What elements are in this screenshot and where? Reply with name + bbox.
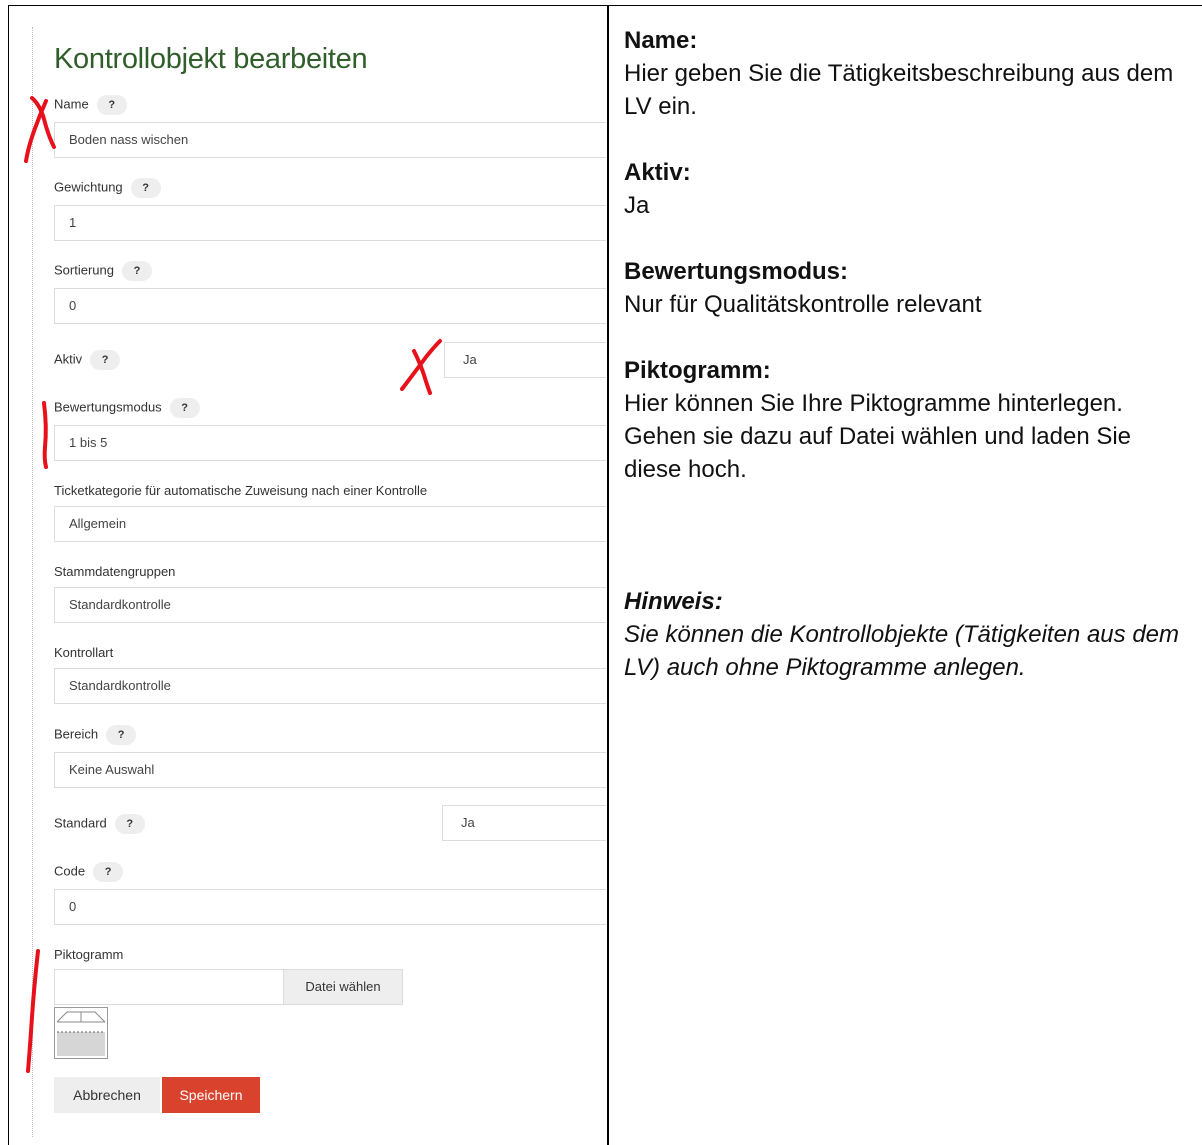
pictogram-image-icon: [56, 1011, 106, 1056]
note-bewertungsmodus-heading: Bewertungsmodus:: [624, 258, 849, 285]
sortierung-help-icon[interactable]: ?: [121, 261, 152, 281]
gewichtung-input[interactable]: 1: [54, 205, 606, 241]
annotation-x-name: [30, 96, 56, 149]
note-piktogramm-heading: Piktogramm:: [624, 357, 771, 384]
annotation-line-bewertung: [42, 401, 48, 469]
choose-file-button[interactable]: Datei wählen: [283, 969, 403, 1005]
note-hinweis-text: Sie können die Kontrollobjekte (Tätigkei…: [624, 621, 1179, 681]
form-screenshot: Kontrollobjekt bearbeiten Name? Boden na…: [10, 7, 606, 1145]
piktogramm-thumbnail: [54, 1007, 108, 1059]
bereich-label: Bereich: [54, 726, 99, 742]
note-name-heading: Name:: [624, 27, 698, 54]
code-label-row: Code?: [54, 862, 124, 882]
standard-select[interactable]: Ja: [442, 805, 606, 841]
sortierung-input[interactable]: 0: [54, 288, 606, 324]
page-title: Kontrollobjekt bearbeiten: [54, 43, 368, 75]
name-help-icon[interactable]: ?: [96, 95, 127, 115]
note-aktiv-text: Ja: [624, 192, 650, 219]
name-input[interactable]: Boden nass wischen: [54, 122, 606, 158]
bereich-help-icon[interactable]: ?: [106, 725, 137, 745]
cancel-button[interactable]: Abbrechen: [54, 1077, 160, 1113]
ticketkategorie-label: Ticketkategorie für automatische Zuweisu…: [54, 483, 428, 498]
annotation-x-aktiv: [400, 339, 442, 391]
note-hinweis: Hinweis: Sie können die Kontrollobjekte …: [624, 585, 1194, 684]
panel-edge: [32, 27, 33, 1137]
explanation-column: Name: Hier geben Sie die Tätigkeitsbesch…: [624, 24, 1194, 717]
name-label-row: Name?: [54, 95, 127, 115]
bereich-label-row: Bereich?: [54, 725, 137, 745]
note-bewertungsmodus-text: Nur für Qualitätskontrolle relevant: [624, 291, 982, 318]
aktiv-help-icon[interactable]: ?: [90, 350, 121, 370]
name-label: Name: [54, 96, 89, 112]
note-aktiv: Aktiv: Ja: [624, 156, 1194, 222]
note-name: Name: Hier geben Sie die Tätigkeitsbesch…: [624, 24, 1194, 123]
aktiv-label-row: Aktiv?: [54, 350, 121, 370]
kontrollart-label: Kontrollart: [54, 645, 114, 660]
standard-label-row: Standard?: [54, 814, 145, 834]
gewichtung-label-row: Gewichtung?: [54, 178, 161, 198]
column-divider: [607, 5, 609, 1145]
ticketkategorie-select[interactable]: Allgemein: [54, 506, 606, 542]
code-help-icon[interactable]: ?: [93, 862, 124, 882]
aktiv-select[interactable]: Ja: [444, 342, 606, 378]
code-input[interactable]: 0: [54, 889, 606, 925]
kontrollart-select[interactable]: Standardkontrolle: [54, 668, 606, 704]
stammdatengruppen-label: Stammdatengruppen: [54, 564, 176, 579]
piktogramm-label: Piktogramm: [54, 947, 124, 962]
bereich-select[interactable]: Keine Auswahl: [54, 752, 606, 788]
stammdatengruppen-select[interactable]: Standardkontrolle: [54, 587, 606, 623]
note-piktogramm-text: Hier können Sie Ihre Piktogramme hinterl…: [624, 390, 1132, 483]
note-piktogramm: Piktogramm: Hier können Sie Ihre Piktogr…: [624, 354, 1194, 486]
aktiv-label: Aktiv: [54, 351, 83, 367]
bewertungsmodus-select[interactable]: 1 bis 5: [54, 425, 606, 461]
standard-help-icon[interactable]: ?: [114, 814, 145, 834]
bewertungsmodus-label-row: Bewertungsmodus?: [54, 398, 200, 418]
bewertungsmodus-label: Bewertungsmodus: [54, 399, 162, 415]
note-bewertungsmodus: Bewertungsmodus: Nur für Qualitätskontro…: [624, 255, 1194, 321]
code-label: Code: [54, 863, 86, 879]
sortierung-label-row: Sortierung?: [54, 261, 152, 281]
standard-label: Standard: [54, 815, 107, 831]
sortierung-label: Sortierung: [54, 262, 114, 278]
bewertungsmodus-help-icon[interactable]: ?: [169, 398, 200, 418]
gewichtung-label: Gewichtung: [54, 179, 123, 195]
note-aktiv-heading: Aktiv:: [624, 159, 691, 186]
note-hinweis-heading: Hinweis:: [624, 588, 723, 615]
piktogramm-file-input[interactable]: [54, 969, 284, 1005]
save-button[interactable]: Speichern: [162, 1077, 260, 1113]
annotation-line-piktogramm: [26, 949, 40, 1073]
gewichtung-help-icon[interactable]: ?: [130, 178, 161, 198]
note-name-text: Hier geben Sie die Tätigkeitsbeschreibun…: [624, 60, 1174, 120]
